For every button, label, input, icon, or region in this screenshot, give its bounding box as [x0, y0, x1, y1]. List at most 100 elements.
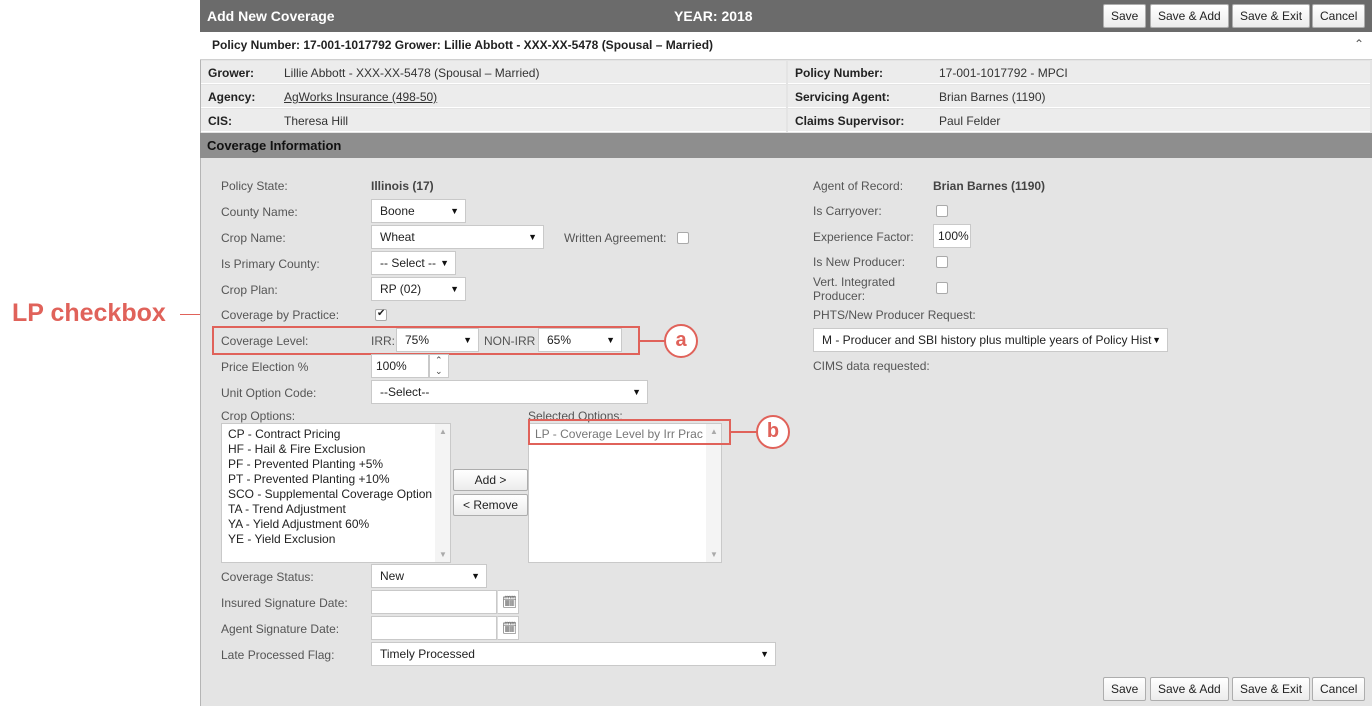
- servicing-agent-label: Servicing Agent:: [795, 90, 890, 104]
- crop-plan-select[interactable]: RP (02) ▼: [371, 277, 466, 301]
- caret-down-icon: ▼: [528, 232, 537, 242]
- policy-number-label: Policy Number:: [795, 66, 884, 80]
- policy-summary-bar[interactable]: Policy Number: 17-001-1017792 Grower: Li…: [200, 32, 1372, 60]
- list-item[interactable]: PF - Prevented Planting +5%: [228, 457, 383, 471]
- stepper-up-icon[interactable]: ⌃: [435, 355, 443, 366]
- irr-coverage-select[interactable]: 75% ▼: [396, 328, 479, 352]
- list-item[interactable]: SCO - Supplemental Coverage Option: [228, 487, 432, 501]
- nonirr-coverage-select[interactable]: 65% ▼: [538, 328, 622, 352]
- unit-option-select[interactable]: --Select-- ▼: [371, 380, 648, 404]
- nonirr-coverage-value: 65%: [547, 333, 572, 347]
- callout-b: b: [756, 415, 790, 449]
- irr-coverage-value: 75%: [405, 333, 430, 347]
- unit-option-label: Unit Option Code:: [221, 386, 317, 400]
- grower-label: Grower:: [208, 66, 255, 80]
- vert-integrated-label-line2: Producer:: [813, 289, 866, 303]
- section-header: Coverage Information: [200, 133, 1372, 158]
- save-add-button[interactable]: Save & Add: [1150, 4, 1229, 28]
- caret-down-icon: ▼: [450, 284, 459, 294]
- phts-select[interactable]: M - Producer and SBI history plus multip…: [813, 328, 1168, 352]
- policy-summary-text: Policy Number: 17-001-1017792 Grower: Li…: [212, 38, 714, 52]
- cis-value: Theresa Hill: [284, 114, 349, 128]
- coverage-status-select[interactable]: New ▼: [371, 564, 487, 588]
- written-agreement-checkbox[interactable]: [677, 232, 689, 244]
- save-button-bottom[interactable]: Save: [1103, 677, 1147, 701]
- info-row-claims-supervisor: Claims Supervisor: Paul Felder: [788, 109, 1370, 132]
- list-item[interactable]: CP - Contract Pricing: [228, 427, 340, 441]
- crop-name-select[interactable]: Wheat ▼: [371, 225, 544, 249]
- caret-down-icon: ▼: [471, 571, 480, 581]
- caret-down-icon: ▼: [1152, 335, 1161, 345]
- phts-value: M - Producer and SBI history plus multip…: [822, 333, 1152, 347]
- caret-down-icon: ▼: [760, 649, 769, 659]
- county-name-select[interactable]: Boone ▼: [371, 199, 466, 223]
- coverage-by-practice-label: Coverage by Practice:: [221, 308, 340, 322]
- save-add-button-bottom[interactable]: Save & Add: [1150, 677, 1229, 701]
- late-processed-select[interactable]: Timely Processed ▼: [371, 642, 776, 666]
- lp-checkbox-annotation: LP checkbox: [12, 299, 166, 327]
- new-producer-label: Is New Producer:: [813, 255, 906, 269]
- primary-county-label: Is Primary County:: [221, 257, 320, 271]
- late-processed-value: Timely Processed: [380, 647, 475, 661]
- scroll-down-icon[interactable]: ▼: [439, 550, 447, 559]
- scroll-up-icon[interactable]: ▲: [439, 427, 447, 436]
- calendar-icon[interactable]: 🗓: [497, 616, 519, 640]
- list-item[interactable]: HF - Hail & Fire Exclusion: [228, 442, 365, 456]
- calendar-icon[interactable]: 🗓: [497, 590, 519, 614]
- irr-label: IRR:: [371, 334, 395, 348]
- cancel-button-bottom[interactable]: Cancel: [1312, 677, 1366, 701]
- caret-down-icon: ▼: [440, 258, 449, 268]
- title-bar: Add New Coverage YEAR: 2018 Save Save & …: [200, 0, 1372, 32]
- price-election-label: Price Election %: [221, 360, 309, 374]
- list-item[interactable]: YA - Yield Adjustment 60%: [228, 517, 369, 531]
- price-election-stepper[interactable]: ⌃ ⌄: [429, 354, 449, 378]
- vert-integrated-label-line1: Vert. Integrated: [813, 275, 896, 289]
- callout-b-line: [731, 431, 757, 433]
- caret-down-icon: ▼: [463, 335, 472, 345]
- save-exit-button-bottom[interactable]: Save & Exit: [1232, 677, 1311, 701]
- insured-signature-label: Insured Signature Date:: [221, 596, 348, 610]
- agent-of-record-value: Brian Barnes (1190): [933, 179, 1046, 193]
- save-exit-button[interactable]: Save & Exit: [1232, 4, 1311, 28]
- new-producer-checkbox[interactable]: [936, 256, 948, 268]
- policy-state-label: Policy State:: [221, 179, 288, 193]
- agency-link[interactable]: AgWorks Insurance (498-50): [284, 90, 437, 104]
- save-button[interactable]: Save: [1103, 4, 1147, 28]
- county-name-label: County Name:: [221, 205, 298, 219]
- highlight-box-b: [528, 419, 731, 445]
- info-row-agency: Agency: AgWorks Insurance (498-50): [201, 85, 786, 108]
- coverage-status-label: Coverage Status:: [221, 570, 314, 584]
- insured-signature-date-input[interactable]: [371, 590, 497, 614]
- info-row-grower: Grower: Lillie Abbott - XXX-XX-5478 (Spo…: [201, 61, 786, 84]
- info-row-cis: CIS: Theresa Hill: [201, 109, 786, 132]
- late-processed-label: Late Processed Flag:: [221, 648, 335, 662]
- unit-option-value: --Select--: [380, 385, 430, 399]
- price-election-input[interactable]: 100%: [371, 354, 429, 378]
- crop-plan-value: RP (02): [380, 282, 422, 296]
- crop-name-value: Wheat: [380, 230, 415, 244]
- remove-option-button[interactable]: < Remove: [453, 494, 528, 516]
- crop-options-scrollbar[interactable]: ▲ ▼: [435, 424, 450, 562]
- primary-county-select[interactable]: -- Select -- ▼: [371, 251, 456, 275]
- cancel-button[interactable]: Cancel: [1312, 4, 1366, 28]
- carryover-checkbox[interactable]: [936, 205, 948, 217]
- info-row-servicing-agent: Servicing Agent: Brian Barnes (1190): [788, 85, 1370, 108]
- vert-integrated-checkbox[interactable]: [936, 282, 948, 294]
- written-agreement-label: Written Agreement:: [564, 231, 667, 245]
- list-item[interactable]: PT - Prevented Planting +10%: [228, 472, 390, 486]
- caret-down-icon: ▼: [606, 335, 615, 345]
- agent-signature-date-input[interactable]: [371, 616, 497, 640]
- agency-label: Agency:: [208, 90, 256, 104]
- agent-signature-label: Agent Signature Date:: [221, 622, 340, 636]
- list-item[interactable]: TA - Trend Adjustment: [228, 502, 346, 516]
- stepper-down-icon[interactable]: ⌄: [435, 366, 443, 377]
- coverage-by-practice-checkbox[interactable]: [375, 308, 387, 321]
- coverage-status-value: New: [380, 569, 405, 583]
- chevron-up-icon[interactable]: ⌃: [1354, 37, 1364, 51]
- crop-options-list[interactable]: CP - Contract Pricing HF - Hail & Fire E…: [221, 423, 451, 563]
- list-item[interactable]: YE - Yield Exclusion: [228, 532, 335, 546]
- experience-factor-input[interactable]: 100%: [933, 224, 971, 248]
- caret-down-icon: ▼: [632, 387, 641, 397]
- add-option-button[interactable]: Add >: [453, 469, 528, 491]
- scroll-down-icon[interactable]: ▼: [710, 550, 718, 559]
